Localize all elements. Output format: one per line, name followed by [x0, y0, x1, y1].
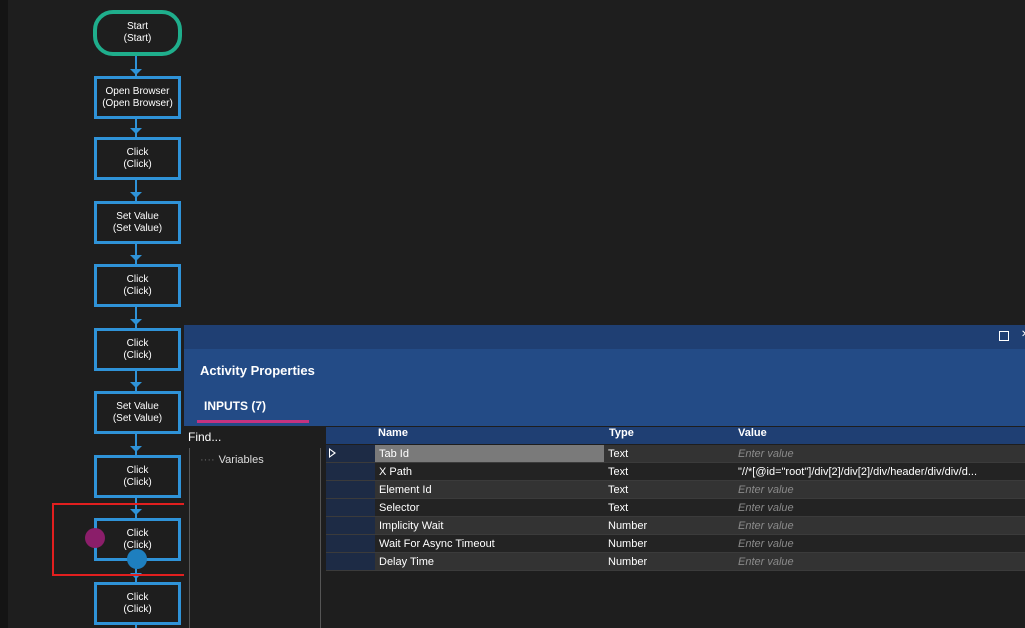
flow-arrow: [130, 192, 142, 198]
cell-type: Number: [604, 517, 732, 535]
cell-value-input[interactable]: Enter value: [732, 517, 1025, 535]
node-subtitle: (Set Value): [112, 222, 163, 234]
flow-node-set-value[interactable]: Set Value (Set Value): [94, 391, 181, 434]
tab-active-indicator: [197, 420, 309, 423]
maximize-icon[interactable]: [999, 331, 1009, 341]
panel-titlebar: ✕: [184, 325, 1025, 349]
table-row[interactable]: Tab Id Text Enter value: [326, 445, 1025, 463]
panel-title: Activity Properties: [200, 363, 315, 378]
tree-item-variables[interactable]: ···· Variables: [200, 454, 264, 466]
cell-type: Text: [604, 499, 732, 517]
table-row[interactable]: Implicity Wait Number Enter value: [326, 517, 1025, 535]
node-title: Click: [126, 146, 149, 158]
flow-node-open-browser[interactable]: Open Browser (Open Browser): [94, 76, 181, 119]
column-header-name[interactable]: Name: [378, 427, 408, 439]
cell-type: Text: [604, 463, 732, 481]
flow-node-click[interactable]: Click (Click): [94, 582, 181, 625]
flow-node-set-value[interactable]: Set Value (Set Value): [94, 201, 181, 244]
table-row[interactable]: Selector Text Enter value: [326, 499, 1025, 517]
node-subtitle: (Click): [123, 158, 152, 170]
column-header-value[interactable]: Value: [738, 427, 767, 439]
flow-arrow: [130, 255, 142, 261]
cell-type: Number: [604, 535, 732, 553]
flow-node-start[interactable]: Start (Start): [93, 10, 182, 56]
cell-name: Delay Time: [375, 553, 604, 571]
activity-properties-panel: ✕ Activity Properties INPUTS (7) Find...…: [184, 325, 1025, 628]
row-selector[interactable]: [326, 481, 375, 499]
row-selector[interactable]: [326, 553, 375, 571]
cell-name: Element Id: [375, 481, 604, 499]
flow-node-click[interactable]: Click (Click): [94, 137, 181, 180]
cell-value-input[interactable]: "//*[@id="root"]/div[2]/div[2]/div/heade…: [732, 463, 1025, 481]
flow-node-click[interactable]: Click (Click): [94, 455, 181, 498]
flow-node-click[interactable]: Click (Click): [94, 264, 181, 307]
output-port-dot[interactable]: [127, 549, 147, 569]
node-title: Set Value: [116, 400, 159, 412]
row-selector[interactable]: [326, 445, 375, 463]
node-subtitle: (Click): [123, 285, 152, 297]
find-input[interactable]: Find...: [188, 430, 221, 444]
input-port-dot[interactable]: [85, 528, 105, 548]
tree-connector-icon: ····: [200, 454, 215, 466]
node-title: Start: [126, 21, 149, 32]
table-row[interactable]: X Path Text "//*[@id="root"]/div[2]/div[…: [326, 463, 1025, 481]
node-subtitle: (Click): [123, 603, 152, 615]
left-edge-bar: [0, 0, 8, 628]
cell-type: Text: [604, 445, 732, 463]
row-selector[interactable]: [326, 499, 375, 517]
flow-arrow: [130, 382, 142, 388]
flow-arrow: [130, 69, 142, 75]
node-title: Click: [126, 464, 149, 476]
cell-value-input[interactable]: Enter value: [732, 499, 1025, 517]
cell-name: Implicity Wait: [375, 517, 604, 535]
cell-name: Tab Id: [375, 445, 604, 463]
grid-header: Name Type Value: [326, 427, 1025, 444]
panel-header: Activity Properties INPUTS (7): [184, 349, 1025, 426]
cell-type: Number: [604, 553, 732, 571]
tab-inputs[interactable]: INPUTS (7): [204, 399, 266, 413]
cell-value-input[interactable]: Enter value: [732, 481, 1025, 499]
node-title: Open Browser: [105, 85, 170, 97]
row-selector[interactable]: [326, 517, 375, 535]
node-title: Click: [126, 337, 149, 349]
node-title: Click: [126, 273, 149, 285]
table-row[interactable]: Wait For Async Timeout Number Enter valu…: [326, 535, 1025, 553]
variables-tree: ···· Variables: [189, 448, 321, 628]
node-subtitle: (Click): [123, 349, 152, 361]
node-subtitle: (Start): [123, 33, 152, 44]
node-subtitle: (Open Browser): [102, 97, 173, 109]
table-row[interactable]: Delay Time Number Enter value: [326, 553, 1025, 571]
node-title: Click: [126, 591, 149, 603]
current-row-icon: [329, 448, 336, 458]
tree-item-label: Variables: [218, 454, 264, 466]
node-title: Set Value: [116, 210, 159, 222]
flow-node-click[interactable]: Click (Click): [94, 328, 181, 371]
table-row[interactable]: Element Id Text Enter value: [326, 481, 1025, 499]
node-subtitle: (Click): [123, 476, 152, 488]
variables-pane: Find... ···· Variables: [184, 426, 321, 628]
flow-arrow: [130, 319, 142, 325]
cell-value-input[interactable]: Enter value: [732, 535, 1025, 553]
row-selector[interactable]: [326, 463, 375, 481]
cell-value-input[interactable]: Enter value: [732, 445, 1025, 463]
cell-type: Text: [604, 481, 732, 499]
flow-arrow: [130, 446, 142, 452]
flow-arrow: [130, 128, 142, 134]
cell-name: Wait For Async Timeout: [375, 535, 604, 553]
close-icon[interactable]: ✕: [1021, 329, 1025, 341]
node-subtitle: (Set Value): [112, 412, 163, 424]
selection-highlight: [52, 503, 201, 576]
cell-name: Selector: [375, 499, 604, 517]
cell-value-input[interactable]: Enter value: [732, 553, 1025, 571]
cell-name: X Path: [375, 463, 604, 481]
column-header-type[interactable]: Type: [609, 427, 634, 439]
row-selector[interactable]: [326, 535, 375, 553]
